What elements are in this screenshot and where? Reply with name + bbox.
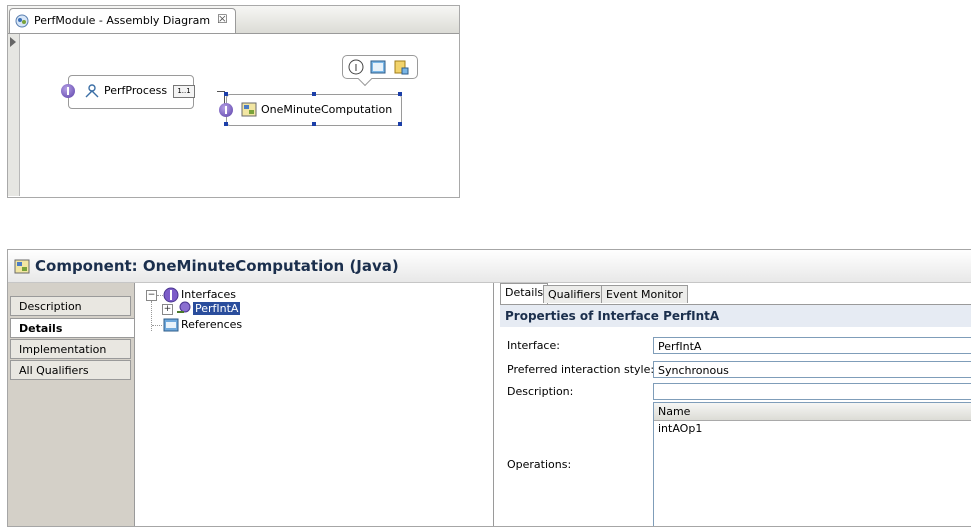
editor-tab-strip: PerfModule - Assembly Diagram ☒ [8, 6, 459, 34]
operations-table-header[interactable]: Name [654, 403, 971, 421]
oneminutecomputation-component[interactable]: OneMinuteComputation [219, 92, 402, 126]
operations-label: Operations: [507, 458, 572, 471]
tree-references-label[interactable]: References [181, 318, 242, 331]
open-implementation-icon[interactable] [393, 59, 409, 75]
section-heading: Properties of Interface PerfIntA [505, 309, 720, 323]
diagram-canvas[interactable]: PerfProcess 1..1 OneMinuteComputation I [20, 34, 459, 196]
operations-table[interactable]: Name intAOp1 [653, 402, 971, 526]
column-name[interactable]: Name [658, 405, 690, 418]
properties-categories: Description Details Implementation All Q… [8, 283, 135, 526]
add-interface-icon[interactable]: I [348, 59, 364, 75]
svg-text:I: I [355, 63, 358, 74]
expand-palette-icon[interactable] [10, 37, 16, 47]
tab-event-monitor[interactable]: Event Monitor [601, 285, 688, 303]
interaction-style-field[interactable]: Synchronous [653, 361, 971, 378]
selection-handle[interactable] [398, 122, 402, 126]
interface-icon [61, 84, 75, 98]
oneminutecomputation-label: OneMinuteComputation [261, 103, 393, 116]
tab-all-qualifiers[interactable]: All Qualifiers [10, 360, 131, 380]
interface-label: Interface: [507, 339, 560, 352]
tab-implementation[interactable]: Implementation [10, 339, 131, 359]
assembly-diagram-editor: PerfModule - Assembly Diagram ☒ PerfProc… [7, 5, 460, 198]
section-header: Properties of Interface PerfIntA [500, 304, 971, 327]
tab-description[interactable]: Description [10, 296, 131, 316]
properties-title: Component: OneMinuteComputation (Java) [35, 257, 399, 275]
assembly-diagram-icon [15, 14, 29, 28]
add-reference-icon[interactable] [370, 59, 386, 75]
process-icon [85, 84, 99, 98]
selection-handle[interactable] [224, 92, 228, 96]
java-component-icon [241, 102, 257, 117]
tree-interfaces-label[interactable]: Interfaces [181, 288, 236, 301]
description-field[interactable] [653, 383, 971, 400]
tab-details[interactable]: Details [10, 318, 134, 338]
interface-icon [219, 103, 233, 117]
reference-badge[interactable]: 1..1 [173, 85, 195, 98]
properties-view: Component: OneMinuteComputation (Java) D… [7, 249, 971, 527]
interfaces-tree: − Interfaces + PerfIntA References [135, 283, 494, 526]
properties-title-bar: Component: OneMinuteComputation (Java) [8, 250, 971, 283]
selection-handle[interactable] [398, 92, 402, 96]
interaction-style-label: Preferred interaction style: [507, 363, 655, 376]
expand-icon[interactable]: + [162, 304, 173, 315]
perfprocess-component[interactable]: PerfProcess 1..1 [61, 75, 195, 109]
perfprocess-label: PerfProcess [104, 84, 168, 97]
table-row[interactable]: intAOp1 [658, 422, 702, 435]
editor-tab[interactable]: PerfModule - Assembly Diagram ☒ [9, 8, 236, 33]
interface-icon [177, 301, 191, 313]
java-component-icon [14, 259, 30, 274]
tree-connector [151, 301, 152, 331]
selection-handle[interactable] [312, 92, 316, 96]
tree-connector [152, 325, 162, 326]
tree-item-perfinta[interactable]: PerfIntA [193, 302, 241, 315]
tab-qualifiers[interactable]: Qualifiers [543, 285, 606, 303]
interface-details-pane: Details Qualifiers Event Monitor Propert… [495, 283, 971, 526]
description-label: Description: [507, 385, 574, 398]
collapse-icon[interactable]: − [146, 290, 157, 301]
palette-toggle[interactable] [8, 34, 20, 196]
close-icon[interactable]: ☒ [217, 12, 228, 26]
editor-tab-title: PerfModule - Assembly Diagram [34, 14, 211, 27]
selection-handle[interactable] [312, 122, 316, 126]
interface-field[interactable]: PerfIntA [653, 337, 971, 354]
references-icon [163, 318, 179, 332]
selection-handle[interactable] [224, 122, 228, 126]
tab-details-sub[interactable]: Details [500, 283, 549, 304]
action-popup: I [342, 55, 418, 79]
